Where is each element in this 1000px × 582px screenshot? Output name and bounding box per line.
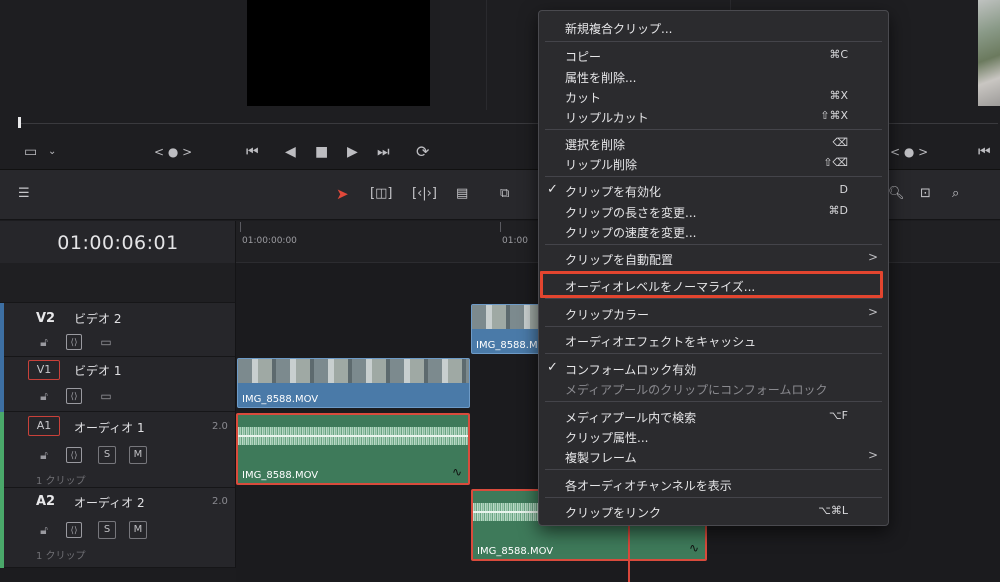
insert-clip-icon[interactable]: ⧉ [500,186,509,202]
loop-icon[interactable]: ⟳ [416,144,429,160]
skip-to-end-icon[interactable]: ⏭ [377,144,390,160]
menu-item-duplicate-frames[interactable]: 複製フレーム > [539,446,888,466]
skip-to-start-icon-right[interactable]: ⏮ [978,144,991,160]
film-icon[interactable]: ▭ [24,144,37,160]
track-level-a2: 2.0 [212,496,228,507]
menu-item-cut[interactable]: カット ⌘X [539,86,888,106]
clip-name: IMG_8588.MOV [242,470,319,481]
track-name-a1[interactable]: オーディオ 1 [74,419,145,436]
chevron-right-icon: > [867,448,878,462]
menu-item-ripple-delete[interactable]: リップル削除 ⇧⌫ [539,153,888,173]
selection-tool-icon[interactable]: ➤ [336,186,349,202]
video-clip-v2[interactable]: IMG_8588.MOV [471,304,541,354]
mute-button-a2[interactable]: M [129,521,147,539]
zoom-icon[interactable]: 🔍︎ [888,186,905,202]
volume-curve-icon[interactable]: ∿ [689,541,699,555]
track-name-v2[interactable]: ビデオ 2 [74,310,121,327]
track-id-v1[interactable]: V1 [28,360,60,380]
menu-item-show-audio-channels[interactable]: 各オーディオチャンネルを表示 [539,474,888,494]
lock-icon[interactable]: 🔓︎ [36,522,52,538]
lock-icon[interactable]: 🔓︎ [36,447,52,463]
clip-context-menu: 新規複合クリップ... コピー ⌘C 属性を削除... カット ⌘X リップルカ… [538,10,889,526]
menu-item-enable-clip[interactable]: ✓ クリップを有効化 D [539,180,888,200]
menu-item-new-compound-clip[interactable]: 新規複合クリップ... [539,17,888,37]
dynamic-trim-icon[interactable]: [‹|›] [412,186,437,202]
stop-icon[interactable]: ■ [315,144,328,160]
clip-thumbnails [472,305,540,329]
track-level-a1: 2.0 [212,421,228,432]
menu-item-delete-selected[interactable]: 選択を削除 ⌫ [539,133,888,153]
timeline-view-options-icon[interactable]: ☰ [18,186,30,202]
zoom-detail-icon[interactable]: ⊡ [920,186,931,202]
solo-button-a2[interactable]: S [98,521,116,539]
volume-curve-icon[interactable]: ∿ [452,465,462,479]
clip-nav-left[interactable]: < ● > [154,144,192,160]
ruler-label-mid: 01:00 [502,236,528,246]
solo-button-a1[interactable]: S [98,446,116,464]
chevron-down-icon[interactable]: ⌄ [48,144,56,160]
menu-item-ripple-cut[interactable]: リップルカット ⇧⌘X [539,106,888,126]
scrubber-playhead[interactable] [18,117,21,128]
clip-name: IMG_8588.MOV [477,546,554,557]
checkmark-icon: ✓ [547,360,558,375]
ruler-label-start: 01:00:00:00 [242,236,297,246]
zoom-custom-icon[interactable]: ⌕ [952,186,959,202]
track-name-v1[interactable]: ビデオ 1 [74,362,121,379]
clip-name: IMG_8588.MOV [476,340,540,351]
auto-select-icon[interactable]: ⟨⟩ [66,334,82,350]
menu-item-change-speed[interactable]: クリップの速度を変更... [539,221,888,241]
track-enable-icon[interactable]: ▭ [98,334,114,350]
checkmark-icon: ✓ [547,182,558,197]
menu-item-find-in-media-pool[interactable]: メディアプール内で検索 ⌥F [539,406,888,426]
auto-select-icon[interactable]: ⟨⟩ [66,522,82,538]
clip-count-a1: 1 クリップ [36,476,86,487]
clip-count-a2: 1 クリップ [36,551,86,562]
highlight-box [540,271,883,298]
auto-select-icon[interactable]: ⟨⟩ [66,447,82,463]
auto-select-icon[interactable]: ⟨⟩ [66,388,82,404]
video-clip-v1[interactable]: IMG_8588.MOV [237,358,470,408]
trim-tool-icon[interactable]: [◫] [370,186,392,202]
menu-item-auto-align[interactable]: クリップを自動配置 > [539,248,888,268]
clip-name: IMG_8588.MOV [242,394,319,405]
menu-item-clip-color[interactable]: クリップカラー > [539,303,888,323]
mute-button-a1[interactable]: M [129,446,147,464]
track-name-a2[interactable]: オーディオ 2 [74,494,145,511]
menu-item-remove-attributes[interactable]: 属性を削除... [539,66,888,86]
chevron-right-icon: > [867,305,878,319]
menu-item-link-clips[interactable]: クリップをリンク ⌥⌘L [539,501,888,521]
menu-item-conform-lock-media-pool: メディアプールのクリップにコンフォームロック [565,383,828,397]
play-reverse-icon[interactable]: ◀ [285,144,296,160]
clip-nav-right[interactable]: < ● > [890,144,928,160]
timeline-viewer-frame[interactable] [978,0,1000,106]
lock-icon[interactable]: 🔓︎ [36,388,52,404]
menu-item-copy[interactable]: コピー ⌘C [539,45,888,65]
lock-icon[interactable]: 🔓︎ [36,334,52,350]
menu-item-conform-lock[interactable]: ✓ コンフォームロック有効 [539,358,888,378]
source-viewer[interactable] [247,0,430,106]
chevron-right-icon: > [867,250,878,264]
menu-item-clip-attributes[interactable]: クリップ属性... [539,426,888,446]
skip-to-start-icon[interactable]: ⏮ [246,144,259,160]
track-enable-icon[interactable]: ▭ [98,388,114,404]
blade-tool-icon[interactable]: ▤ [456,186,468,202]
audio-clip-a1[interactable]: IMG_8588.MOV ∿ [236,413,470,485]
track-id-a2: A2 [36,494,56,509]
menu-item-change-duration[interactable]: クリップの長さを変更... ⌘D [539,201,888,221]
play-icon[interactable]: ▶ [347,144,358,160]
track-id-a1[interactable]: A1 [28,416,60,436]
menu-item-cache-audio-effects[interactable]: オーディオエフェクトをキャッシュ [539,330,888,350]
clip-thumbnails [238,359,469,383]
timecode-display: 01:00:06:01 [57,232,179,254]
track-id-v2: V2 [36,311,56,326]
